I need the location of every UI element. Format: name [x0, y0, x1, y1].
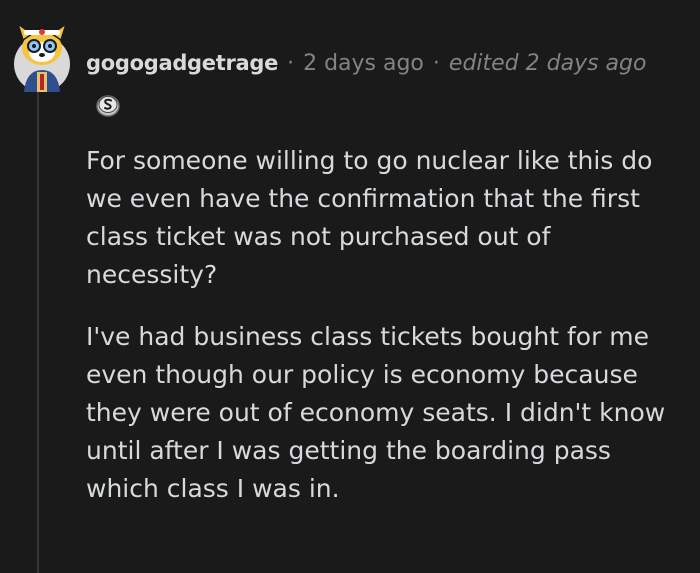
username-link[interactable]: gogogadgetrage	[86, 51, 278, 75]
comment-timestamp[interactable]: 2 days ago	[303, 51, 424, 76]
comment-body: For someone willing to go nuclear like t…	[86, 142, 686, 532]
meta-separator: ·	[432, 50, 440, 76]
thread-line[interactable]	[37, 92, 39, 573]
meta-separator: ·	[287, 50, 295, 76]
comment-header: gogogadgetrage · 2 days ago · edited 2 d…	[86, 46, 646, 80]
comment-paragraph: For someone willing to go nuclear like t…	[86, 146, 653, 289]
user-flair[interactable]	[95, 93, 121, 117]
edited-timestamp: edited 2 days ago	[448, 50, 647, 76]
snoo-avatar-icon	[14, 22, 70, 92]
comment-paragraph: I've had business class tickets bought f…	[86, 322, 666, 503]
coin-award-icon	[96, 95, 120, 117]
user-avatar[interactable]	[10, 12, 74, 94]
